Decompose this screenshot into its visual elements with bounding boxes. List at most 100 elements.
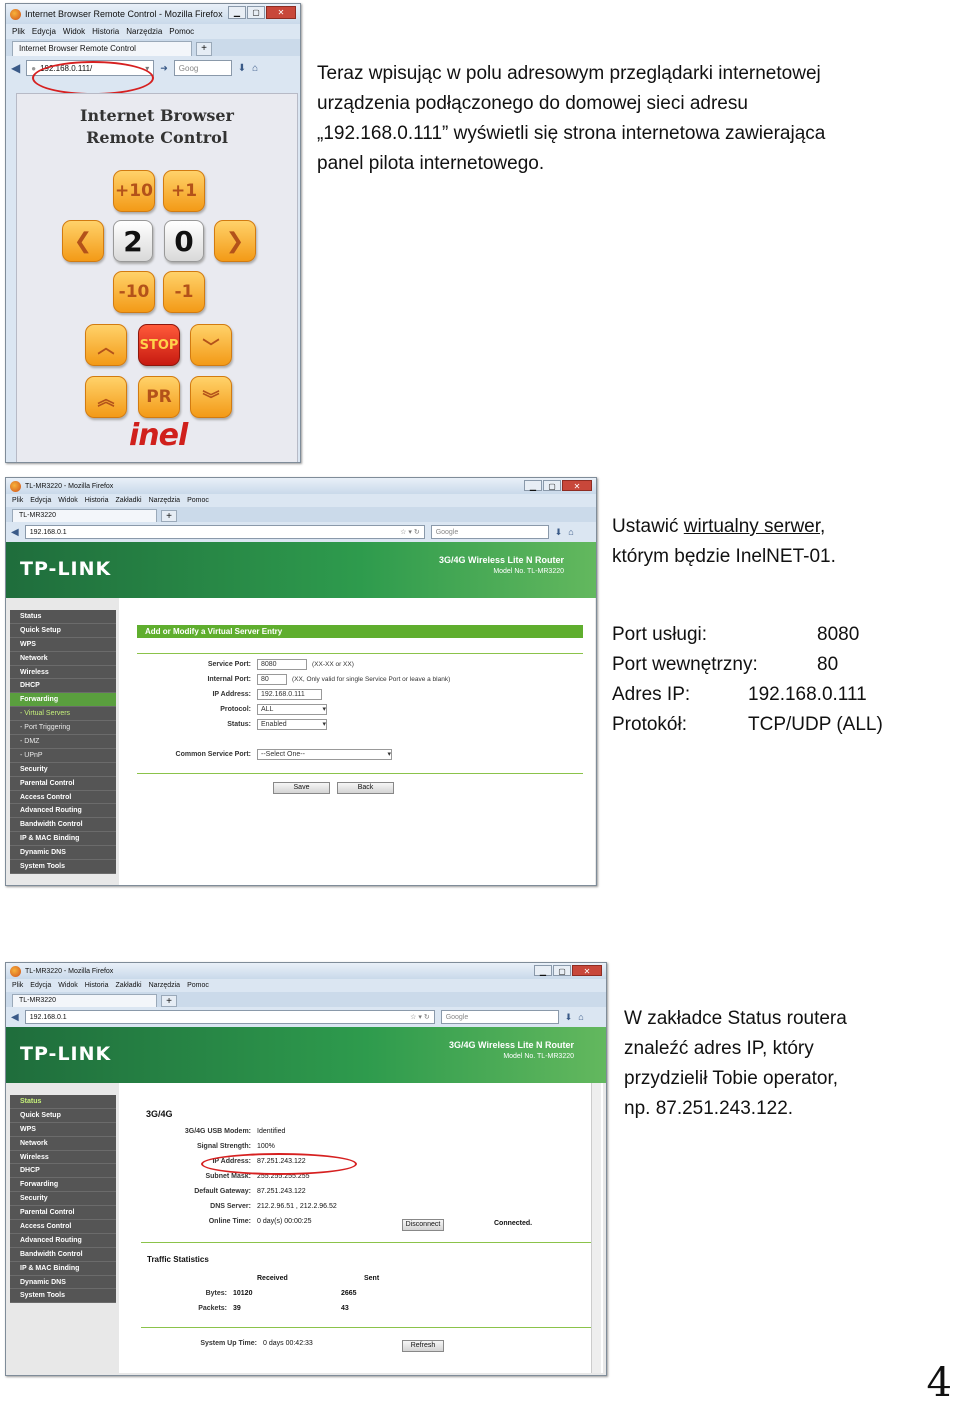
- address-bar[interactable]: 192.168.0.1 ☆ ▾ ↻: [24, 525, 425, 539]
- search-box[interactable]: Goog: [173, 60, 232, 76]
- menu-pomoc[interactable]: Pomoc: [169, 27, 194, 36]
- sidebar-item-parental-control[interactable]: Parental Control: [10, 777, 116, 791]
- menu-plik[interactable]: Plik: [12, 982, 23, 989]
- sidebar-item-forwarding[interactable]: Forwarding: [10, 1178, 116, 1193]
- menu-historia[interactable]: Historia: [85, 982, 109, 989]
- sidebar-item-network[interactable]: Network: [10, 1137, 116, 1151]
- sidebar-item-network[interactable]: Network: [10, 652, 116, 666]
- sidebar-item-ip-mac-binding[interactable]: IP & MAC Binding: [10, 1262, 116, 1276]
- left-arrow-button[interactable]: ❮: [62, 220, 104, 262]
- menu-historia[interactable]: Historia: [92, 27, 119, 36]
- minus-10-button[interactable]: -10: [113, 271, 155, 313]
- stop-button[interactable]: STOP: [138, 324, 180, 366]
- up-button[interactable]: ︿: [85, 324, 127, 366]
- sidebar-item-status[interactable]: Status: [10, 610, 116, 624]
- back-button[interactable]: Back: [337, 782, 394, 794]
- new-tab-button[interactable]: +: [161, 995, 177, 1007]
- download-icon[interactable]: ⬇: [565, 1012, 573, 1023]
- sidebar-item-status[interactable]: Status: [10, 1095, 116, 1109]
- menu-plik[interactable]: Plik: [12, 497, 23, 504]
- plus-10-button[interactable]: +10: [113, 170, 155, 212]
- minimize-button[interactable]: ▁: [534, 965, 552, 976]
- menu-pomoc[interactable]: Pomoc: [187, 497, 209, 504]
- star-icon[interactable]: ☆ ▾ ↻: [400, 528, 420, 536]
- sidebar-item-dhcp[interactable]: DHCP: [10, 679, 116, 694]
- sidebar-item-security[interactable]: Security: [10, 763, 116, 777]
- menu-zakladki[interactable]: Zakładki: [115, 982, 141, 989]
- address-bar[interactable]: 192.168.0.1 ☆ ▾ ↻: [24, 1010, 435, 1024]
- sidebar-item-quick-setup[interactable]: Quick Setup: [10, 1109, 116, 1123]
- sidebar-item-forwarding[interactable]: Forwarding: [10, 693, 116, 708]
- sidebar-item-dynamic-dns[interactable]: Dynamic DNS: [10, 846, 116, 861]
- menu-widok[interactable]: Widok: [58, 982, 77, 989]
- sidebar-item-wireless[interactable]: Wireless: [10, 666, 116, 680]
- sidebar-item-bandwidth-control[interactable]: Bandwidth Control: [10, 1248, 116, 1262]
- vs-link[interactable]: wirtualny serwer: [684, 516, 820, 537]
- home-icon[interactable]: ⌂: [578, 1012, 583, 1022]
- maximize-button[interactable]: ▢: [247, 6, 265, 19]
- menu-widok[interactable]: Widok: [63, 27, 85, 36]
- plus-1-button[interactable]: +1: [163, 170, 205, 212]
- sidebar-item-wps[interactable]: WPS: [10, 1123, 116, 1137]
- sidebar-item-quick-setup[interactable]: Quick Setup: [10, 624, 116, 638]
- close-button[interactable]: ✕: [572, 965, 602, 976]
- sidebar-item-parental-control[interactable]: Parental Control: [10, 1206, 116, 1221]
- menu-widok[interactable]: Widok: [58, 497, 77, 504]
- menu-edycja[interactable]: Edycja: [30, 982, 51, 989]
- new-tab-button[interactable]: +: [161, 510, 177, 522]
- down-button[interactable]: ﹀: [190, 324, 232, 366]
- star-icon[interactable]: ☆ ▾ ↻: [410, 1013, 430, 1021]
- sidebar-item-wps[interactable]: WPS: [10, 638, 116, 652]
- menu-narzedzia[interactable]: Narzędzia: [149, 497, 181, 504]
- maximize-button[interactable]: ▢: [543, 480, 561, 491]
- sidebar-item-ip-mac-binding[interactable]: IP & MAC Binding: [10, 832, 116, 847]
- sidebar-item-system-tools[interactable]: System Tools: [10, 860, 116, 874]
- back-arrow-icon[interactable]: ◀: [11, 527, 19, 538]
- minus-1-button[interactable]: -1: [163, 271, 205, 313]
- search-box[interactable]: Google: [430, 525, 549, 539]
- sidebar-item-access-control[interactable]: Access Control: [10, 791, 116, 805]
- sidebar-item-security[interactable]: Security: [10, 1192, 116, 1207]
- menu-narzedzia[interactable]: Narzędzia: [126, 27, 162, 36]
- sidebar-item-wireless[interactable]: Wireless: [10, 1151, 116, 1165]
- browser-tab[interactable]: TL-MR3220: [12, 509, 157, 522]
- new-tab-button[interactable]: +: [196, 42, 212, 56]
- menu-historia[interactable]: Historia: [85, 497, 109, 504]
- common-port-select[interactable]: --Select One-- ▾: [257, 749, 392, 760]
- sidebar-item-dynamic-dns[interactable]: Dynamic DNS: [10, 1276, 116, 1290]
- ip-address-input[interactable]: 192.168.0.111: [257, 689, 322, 700]
- download-icon[interactable]: ⬇: [238, 63, 246, 74]
- menu-narzedzia[interactable]: Narzędzia: [149, 982, 181, 989]
- sidebar-item-dhcp[interactable]: DHCP: [10, 1164, 116, 1179]
- refresh-button[interactable]: Refresh: [402, 1340, 444, 1352]
- back-arrow-icon[interactable]: ◀: [11, 1012, 19, 1023]
- sidebar-item-virtual-servers[interactable]: - Virtual Servers: [10, 707, 116, 722]
- internal-port-input[interactable]: 80: [257, 674, 287, 685]
- sidebar-item-dmz[interactable]: - DMZ: [10, 735, 116, 749]
- sidebar-item-port-triggering[interactable]: - Port Triggering: [10, 721, 116, 736]
- minimize-button[interactable]: ▁: [524, 480, 542, 491]
- pr-button[interactable]: PR: [138, 376, 180, 418]
- home-icon[interactable]: ⌂: [568, 527, 573, 537]
- protocol-select[interactable]: ALL ▾: [257, 704, 327, 715]
- sidebar-item-system-tools[interactable]: System Tools: [10, 1289, 116, 1304]
- sidebar-item-access-control[interactable]: Access Control: [10, 1220, 116, 1234]
- close-button[interactable]: ✕: [562, 480, 592, 491]
- close-button[interactable]: ✕: [266, 6, 296, 19]
- save-button[interactable]: Save: [273, 782, 330, 794]
- menu-pomoc[interactable]: Pomoc: [187, 982, 209, 989]
- sidebar-item-advanced-routing[interactable]: Advanced Routing: [10, 1234, 116, 1248]
- menu-edycja[interactable]: Edycja: [30, 497, 51, 504]
- status-select[interactable]: Enabled ▾: [257, 719, 327, 730]
- scrollbar[interactable]: [591, 1083, 601, 1373]
- download-icon[interactable]: ⬇: [555, 527, 563, 538]
- browser-tab[interactable]: TL-MR3220: [12, 994, 157, 1007]
- reload-icon[interactable]: ➜: [160, 63, 168, 74]
- maximize-button[interactable]: ▢: [553, 965, 571, 976]
- page-down-button[interactable]: ︾: [190, 376, 232, 418]
- sidebar-item-upnp[interactable]: - UPnP: [10, 749, 116, 763]
- home-icon[interactable]: ⌂: [252, 63, 258, 74]
- menu-zakladki[interactable]: Zakładki: [115, 497, 141, 504]
- search-box[interactable]: Google: [440, 1010, 559, 1024]
- sidebar-item-advanced-routing[interactable]: Advanced Routing: [10, 804, 116, 819]
